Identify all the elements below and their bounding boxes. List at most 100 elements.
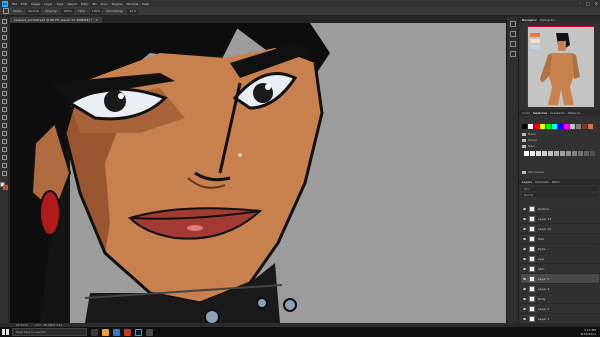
visibility-eye-icon[interactable] bbox=[523, 267, 526, 270]
gray-swatch[interactable] bbox=[590, 151, 595, 156]
tab-gradients[interactable]: Gradients bbox=[550, 111, 565, 115]
tab-channels[interactable]: Channels bbox=[535, 180, 549, 184]
quick-select-tool-icon[interactable] bbox=[1, 43, 7, 48]
layer-row[interactable]: Eyes bbox=[521, 244, 599, 254]
color-swatch[interactable] bbox=[522, 124, 527, 129]
gray-swatch[interactable] bbox=[572, 151, 577, 156]
menu-type[interactable]: Type bbox=[57, 2, 64, 6]
color-swatch[interactable] bbox=[552, 124, 557, 129]
color-swatches[interactable] bbox=[0, 182, 8, 190]
tab-layers[interactable]: Layers bbox=[522, 180, 532, 184]
app-icon[interactable] bbox=[146, 328, 153, 336]
gray-swatch[interactable] bbox=[548, 151, 553, 156]
layer-row[interactable]: Outline bbox=[521, 204, 599, 214]
gray-swatch[interactable] bbox=[536, 151, 541, 156]
menu-edit[interactable]: Edit bbox=[21, 2, 27, 6]
mode-select[interactable]: Normal bbox=[26, 8, 42, 14]
eraser-tool-icon[interactable] bbox=[1, 99, 7, 104]
pen-tool-icon[interactable] bbox=[1, 131, 7, 136]
swatch-group-skin[interactable]: Skin tones bbox=[522, 170, 544, 174]
tab-navigator[interactable]: Navigator bbox=[522, 18, 537, 22]
visibility-eye-icon[interactable] bbox=[523, 237, 526, 240]
layer-row[interactable]: Layer 12 bbox=[521, 224, 599, 234]
shape-tool-icon[interactable] bbox=[1, 155, 7, 160]
layer-row[interactable]: Hair bbox=[521, 234, 599, 244]
task-view-icon[interactable] bbox=[91, 328, 98, 336]
layer-row[interactable]: Skin bbox=[521, 264, 599, 274]
gradient-tool-icon[interactable] bbox=[1, 107, 7, 112]
tab-swatches[interactable]: Swatches bbox=[533, 111, 547, 115]
lasso-tool-icon[interactable] bbox=[1, 35, 7, 40]
gray-swatch[interactable] bbox=[578, 151, 583, 156]
gray-swatch[interactable] bbox=[566, 151, 571, 156]
brushes-panel-icon[interactable] bbox=[509, 41, 516, 47]
visibility-eye-icon[interactable] bbox=[523, 247, 526, 250]
color-swatch[interactable] bbox=[576, 124, 581, 129]
background-color[interactable] bbox=[3, 185, 8, 190]
maximize-button[interactable]: □ bbox=[586, 1, 590, 6]
menu-image[interactable]: Image bbox=[31, 2, 40, 6]
history-panel-icon[interactable] bbox=[509, 21, 516, 27]
brush-preset-icon[interactable] bbox=[3, 8, 9, 14]
windows-start-icon[interactable] bbox=[2, 329, 9, 335]
visibility-eye-icon[interactable] bbox=[523, 277, 526, 280]
color-swatch[interactable] bbox=[582, 124, 587, 129]
menu-select[interactable]: Select bbox=[68, 2, 77, 6]
edge-browser-icon[interactable] bbox=[113, 328, 120, 336]
opacity-field[interactable]: 100% bbox=[61, 8, 74, 14]
color-swatch[interactable] bbox=[540, 124, 545, 129]
visibility-eye-icon[interactable] bbox=[523, 297, 526, 300]
layer-row[interactable]: Layer 4 bbox=[521, 284, 599, 294]
layer-row[interactable]: Body bbox=[521, 294, 599, 304]
layer-row[interactable]: Layer 2 bbox=[521, 304, 599, 314]
navigator-thumbnail[interactable] bbox=[527, 26, 594, 107]
layer-row[interactable]: Layer 5 bbox=[521, 274, 599, 284]
media-app-icon[interactable] bbox=[124, 328, 131, 336]
minimize-button[interactable]: – bbox=[579, 1, 581, 6]
visibility-eye-icon[interactable] bbox=[523, 307, 526, 310]
gray-swatch[interactable] bbox=[560, 151, 565, 156]
close-button[interactable]: ✕ bbox=[595, 1, 598, 6]
color-swatch[interactable] bbox=[588, 124, 593, 129]
swatch-group-pastel[interactable]: Pastel bbox=[522, 138, 537, 142]
visibility-eye-icon[interactable] bbox=[523, 217, 526, 220]
menu-view[interactable]: View bbox=[100, 2, 107, 6]
swatch-group-dark[interactable]: Dark bbox=[522, 144, 535, 148]
file-explorer-icon[interactable] bbox=[102, 328, 109, 336]
dodge-tool-icon[interactable] bbox=[1, 123, 7, 128]
menu-3d[interactable]: 3D bbox=[92, 2, 96, 6]
color-swatch[interactable] bbox=[570, 124, 575, 129]
path-select-tool-icon[interactable] bbox=[1, 147, 7, 152]
menu-plugins[interactable]: Plugins bbox=[112, 2, 123, 6]
blend-mode-select[interactable]: Normal bbox=[522, 193, 598, 197]
layer-filter-select[interactable]: Kind bbox=[522, 187, 598, 191]
gray-swatch[interactable] bbox=[524, 151, 529, 156]
color-swatch[interactable] bbox=[564, 124, 569, 129]
crop-tool-icon[interactable] bbox=[1, 51, 7, 56]
visibility-eye-icon[interactable] bbox=[523, 227, 526, 230]
history-brush-tool-icon[interactable] bbox=[1, 91, 7, 96]
layer-row[interactable]: Layer 13 bbox=[521, 214, 599, 224]
layer-row[interactable]: Lips bbox=[521, 254, 599, 264]
tab-color[interactable]: Color bbox=[522, 111, 530, 115]
color-swatch[interactable] bbox=[546, 124, 551, 129]
healing-tool-icon[interactable] bbox=[1, 67, 7, 72]
visibility-eye-icon[interactable] bbox=[523, 317, 526, 320]
menu-file[interactable]: File bbox=[12, 2, 17, 6]
type-tool-icon[interactable] bbox=[1, 139, 7, 144]
system-tray-clock[interactable]: 3:14 PM 8/16/2021 bbox=[581, 328, 596, 336]
tab-paths[interactable]: Paths bbox=[552, 180, 560, 184]
adjustments-panel-icon[interactable] bbox=[509, 51, 516, 57]
menu-window[interactable]: Window bbox=[126, 2, 138, 6]
photoshop-taskbar-icon[interactable] bbox=[135, 328, 142, 336]
tab-patterns[interactable]: Patterns bbox=[568, 111, 580, 115]
color-swatch[interactable] bbox=[534, 124, 539, 129]
blur-tool-icon[interactable] bbox=[1, 115, 7, 120]
menu-filter[interactable]: Filter bbox=[81, 2, 88, 6]
zoom-tool-icon[interactable] bbox=[1, 171, 7, 176]
document-tab-close-icon[interactable]: ✕ bbox=[95, 18, 98, 22]
visibility-eye-icon[interactable] bbox=[523, 207, 526, 210]
visibility-eye-icon[interactable] bbox=[523, 257, 526, 260]
eyedropper-tool-icon[interactable] bbox=[1, 59, 7, 64]
hand-tool-icon[interactable] bbox=[1, 163, 7, 168]
